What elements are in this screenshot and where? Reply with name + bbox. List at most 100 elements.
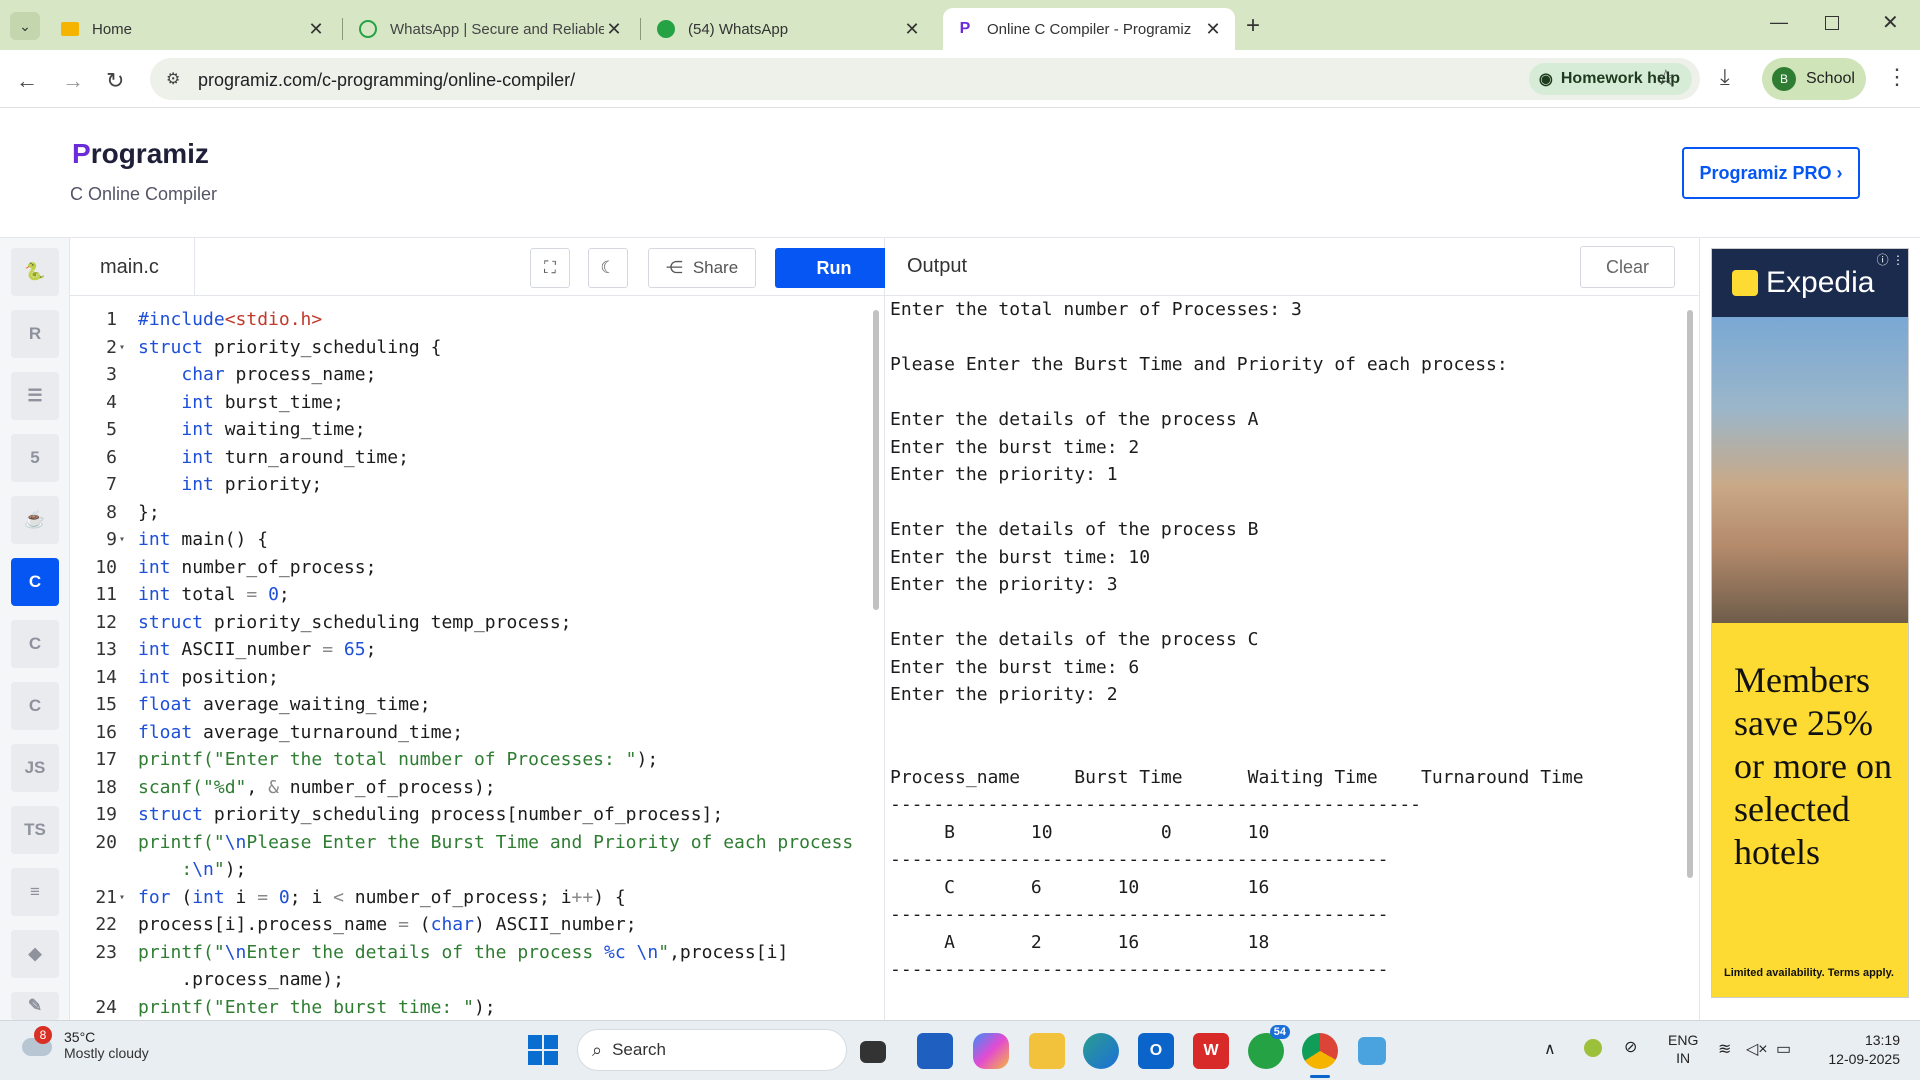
- url-text[interactable]: programiz.com/c-programming/online-compi…: [198, 70, 575, 91]
- csharp-icon[interactable]: C: [11, 682, 59, 730]
- java-icon[interactable]: ☕: [11, 496, 59, 544]
- output-line: ----------------------------------------…: [890, 904, 1389, 925]
- swift-icon[interactable]: ◆: [11, 930, 59, 978]
- close-tab-icon[interactable]: ✕: [902, 19, 922, 40]
- tab-home[interactable]: Home ✕: [48, 8, 338, 50]
- code-area[interactable]: 1 #include<stdio.h> 2 ▾ struct priority_sch…: [70, 296, 870, 1020]
- weather-widget[interactable]: 8 35°C Mostly cloudy: [22, 1026, 149, 1061]
- task-view-icon[interactable]: [860, 1041, 886, 1063]
- new-tab-button[interactable]: +: [1246, 12, 1260, 40]
- run-button[interactable]: Run: [775, 248, 893, 288]
- restore-button[interactable]: [1825, 16, 1839, 30]
- output-line: Enter the priority: 3: [890, 574, 1118, 595]
- code-line: 21 ▾ for (int i = 0; i < number_of_process…: [95, 886, 626, 908]
- tab-title: Online C Compiler - Programiz: [987, 20, 1192, 38]
- close-tab-icon[interactable]: ✕: [604, 19, 624, 40]
- volume-muted-icon[interactable]: ◁×: [1746, 1039, 1768, 1059]
- copilot-icon[interactable]: [973, 1033, 1009, 1069]
- battery-icon[interactable]: ▭: [1776, 1039, 1791, 1059]
- dark-mode-button[interactable]: ☾: [588, 248, 628, 288]
- go-icon[interactable]: ≡: [11, 868, 59, 916]
- network-warning-icon[interactable]: ⊘: [1624, 1037, 1637, 1057]
- start-button[interactable]: [528, 1035, 558, 1065]
- minimize-button[interactable]: —: [1770, 12, 1788, 33]
- tab-programiz[interactable]: P Online C Compiler - Programiz ✕: [943, 8, 1235, 50]
- output-scrollbar[interactable]: [1687, 310, 1693, 878]
- browser-tab-strip: ⌄ Home ✕ WhatsApp | Secure and Reliable …: [0, 0, 1920, 50]
- close-tab-icon[interactable]: ✕: [306, 19, 326, 40]
- menu-icon[interactable]: ⋮: [1886, 64, 1908, 90]
- file-tab[interactable]: main.c: [70, 238, 195, 296]
- programiz-pro-button[interactable]: Programiz PRO ›: [1682, 147, 1860, 199]
- python-icon[interactable]: 🐍: [11, 248, 59, 296]
- fullscreen-button[interactable]: ⛶: [530, 248, 570, 288]
- address-bar[interactable]: ⚙ programiz.com/c-programming/online-com…: [150, 58, 1700, 100]
- taskbar-search[interactable]: ⌕ Search: [577, 1029, 847, 1071]
- address-toolbar: ← → ↻ ⚙ programiz.com/c-programming/onli…: [0, 50, 1920, 108]
- sql-icon[interactable]: ☰: [11, 372, 59, 420]
- code-line: 3 char process_name;: [106, 364, 377, 385]
- clear-button[interactable]: Clear: [1580, 246, 1675, 288]
- typescript-icon[interactable]: TS: [11, 806, 59, 854]
- whatsapp-badge: 54: [1269, 1025, 1290, 1039]
- advertisement[interactable]: Expedia Members save 25% or more on sele…: [1700, 238, 1920, 1020]
- code-line: 22 process[i].process_name = (char) ASCII…: [95, 914, 637, 935]
- share-button[interactable]: ⋲ Share: [648, 248, 756, 288]
- snipping-tool-icon[interactable]: [1358, 1037, 1386, 1065]
- tab-whatsapp-web[interactable]: WhatsApp | Secure and Reliable ✕: [346, 8, 636, 50]
- show-hidden-icons[interactable]: ∧: [1544, 1039, 1556, 1059]
- html-icon[interactable]: 5: [11, 434, 59, 482]
- file-explorer-icon[interactable]: [1029, 1033, 1065, 1069]
- store-icon[interactable]: [917, 1033, 953, 1069]
- more-languages-icon[interactable]: ✎: [11, 992, 59, 1020]
- download-icon[interactable]: ⤓: [1720, 64, 1730, 90]
- programiz-logo[interactable]: Programiz: [72, 138, 209, 170]
- outlook-icon[interactable]: O: [1138, 1033, 1174, 1069]
- tab-search-button[interactable]: ⌄: [10, 12, 40, 40]
- bookmark-star-icon[interactable]: ☆: [1656, 65, 1676, 91]
- editor-scrollbar[interactable]: [873, 310, 879, 610]
- r-icon[interactable]: R: [11, 310, 59, 358]
- code-line: 11 int total = 0;: [95, 584, 290, 605]
- site-info-icon[interactable]: ⚙: [166, 69, 180, 89]
- programiz-icon: P: [959, 20, 971, 37]
- whatsapp-icon: [656, 19, 676, 39]
- whatsapp-taskbar-icon[interactable]: 54: [1248, 1025, 1290, 1069]
- language-indicator[interactable]: ENG IN: [1668, 1031, 1698, 1067]
- tab-whatsapp-chat[interactable]: (54) WhatsApp ✕: [644, 8, 934, 50]
- output-line: ----------------------------------------…: [890, 959, 1389, 980]
- clock[interactable]: 13:19 12-09-2025: [1816, 1031, 1900, 1069]
- close-tab-icon[interactable]: ✕: [1203, 19, 1223, 40]
- wifi-icon[interactable]: ≋: [1718, 1039, 1731, 1059]
- expedia-ad[interactable]: Expedia Members save 25% or more on sele…: [1711, 248, 1909, 998]
- chrome-icon[interactable]: [1302, 1033, 1338, 1069]
- windows-taskbar: 8 35°C Mostly cloudy ⌕ Search O W 54 ∧ ⊘…: [0, 1020, 1920, 1080]
- wps-office-icon[interactable]: W: [1193, 1033, 1229, 1069]
- code-line: 20 printf("\nPlease Enter the Burst Time …: [95, 831, 854, 853]
- edge-icon[interactable]: [1083, 1033, 1119, 1069]
- code-line: 8};: [106, 501, 160, 523]
- close-window-button[interactable]: ✕: [1882, 10, 1899, 35]
- code-line: 6 int turn_around_time;: [106, 446, 409, 468]
- output-line: ----------------------------------------…: [890, 794, 1422, 815]
- back-icon[interactable]: ←: [16, 68, 38, 94]
- output-line: Enter the burst time: 2: [890, 436, 1140, 458]
- code-line: 4 int burst_time;: [106, 391, 344, 413]
- profile-button[interactable]: B School: [1762, 58, 1866, 100]
- forward-icon[interactable]: →: [62, 68, 84, 94]
- cpp-icon[interactable]: C: [11, 620, 59, 668]
- share-label: Share: [692, 258, 739, 277]
- security-icon[interactable]: [1584, 1039, 1602, 1057]
- code-line: 15 float average_waiting_time;: [95, 694, 431, 715]
- c-icon[interactable]: C: [11, 558, 59, 606]
- output-console[interactable]: Enter the total number of Processes: 3 P…: [890, 296, 1680, 984]
- javascript-icon[interactable]: JS: [11, 744, 59, 792]
- code-line: 7 int priority;: [106, 474, 323, 495]
- reload-icon[interactable]: ↻: [106, 68, 124, 94]
- share-icon: ⋲: [665, 258, 683, 277]
- ad-fineprint: Limited availability. Terms apply.: [1724, 967, 1894, 979]
- ad-info-icon[interactable]: ⓘ ⋮: [1877, 251, 1904, 268]
